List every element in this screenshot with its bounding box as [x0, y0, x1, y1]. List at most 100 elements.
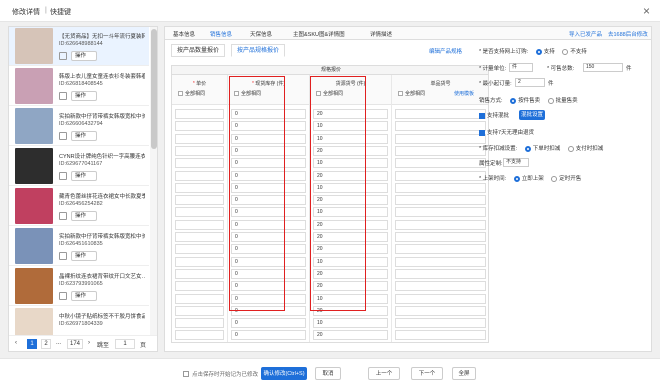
sku-code-input[interactable]	[395, 330, 486, 341]
sku-code-input[interactable]	[395, 268, 486, 279]
prev-product-button[interactable]: 上一个	[368, 367, 400, 380]
price-input[interactable]	[175, 121, 224, 132]
platform-edit-link[interactable]: 去1688后台修改	[608, 30, 648, 38]
product-list-item[interactable]: 实拍新款中仔背带裤女韩版宽松中长… ID:626451610835 操作	[9, 226, 149, 266]
page-2[interactable]: 2	[41, 339, 51, 349]
page-1[interactable]: 1	[27, 339, 37, 349]
copy-icon[interactable]	[59, 52, 67, 60]
operate-button[interactable]: 操作	[71, 91, 97, 101]
radio-support-yes[interactable]	[535, 48, 542, 55]
price-input[interactable]	[175, 244, 224, 255]
copy-icon[interactable]	[59, 212, 67, 220]
sku-code-input[interactable]	[395, 244, 486, 255]
imported-products-link[interactable]: 导入已发产品	[569, 30, 602, 38]
sku-code-input[interactable]	[395, 145, 486, 156]
close-icon[interactable]: ×	[643, 4, 650, 18]
price-input[interactable]	[175, 318, 224, 329]
sku-code-input[interactable]	[395, 232, 486, 242]
copy-icon[interactable]	[59, 92, 67, 100]
product-list-item[interactable]: 藏青色蕾丝拼花连衣裙女中长款夏季… ID:626456254282 操作	[9, 186, 149, 226]
operate-button[interactable]: 操作	[71, 211, 97, 221]
sku-code-input[interactable]	[395, 133, 486, 144]
product-list-item[interactable]: 实拍新款中仔背带裤女韩版宽松中长… ID:626606432794 操作	[9, 106, 149, 146]
product-list-item[interactable]: 【无货商品】无扣一斗年流行夏装韩… ID:626648988144 操作	[9, 27, 149, 66]
source-input[interactable]: 20	[313, 330, 388, 341]
price-input[interactable]	[175, 182, 224, 193]
radio-support-no[interactable]	[562, 48, 569, 55]
stock-total-input[interactable]: 150	[583, 63, 623, 72]
unit-select[interactable]: 件	[509, 63, 533, 72]
radio-online-now[interactable]	[513, 175, 520, 182]
product-list-scrollbar[interactable]	[150, 27, 157, 351]
next-product-button[interactable]: 下一个	[411, 367, 443, 380]
price-input[interactable]	[175, 145, 224, 156]
min-order-input[interactable]: 2	[515, 78, 545, 87]
sku-code-input[interactable]	[395, 281, 486, 292]
operate-button[interactable]: 操作	[71, 291, 97, 301]
radio-sale-piece[interactable]	[510, 97, 517, 104]
copy-icon[interactable]	[59, 132, 67, 140]
sku-code-input[interactable]	[395, 305, 486, 316]
cancel-button[interactable]: 取消	[315, 367, 341, 380]
sku-code-input[interactable]	[395, 219, 486, 230]
price-input[interactable]	[175, 170, 224, 181]
use-template-link[interactable]: 使用模板	[454, 90, 474, 97]
price-input[interactable]	[175, 158, 224, 169]
price-input[interactable]	[175, 268, 224, 279]
price-input[interactable]	[175, 195, 224, 206]
sku-code-input[interactable]	[395, 195, 486, 206]
mark-modified-checkbox[interactable]	[183, 371, 189, 377]
product-list-item[interactable]: 韩版上衣儿童女童连衣衫冬装套韩春… ID:626818408545 操作	[9, 66, 149, 106]
stock-input[interactable]: 0	[231, 318, 306, 329]
product-list-item[interactable]: 晶裸折纹连衣裙背带纹开口文艺女… ID:623793991065 操作	[9, 266, 149, 306]
radio-online-scheduled[interactable]	[551, 175, 558, 182]
operate-button[interactable]: 操作	[71, 51, 97, 61]
tab-description[interactable]: 详情描述	[370, 30, 392, 38]
tab-guarantee-info[interactable]: 天保信息	[250, 30, 272, 38]
edit-spec-link[interactable]: 编辑产品规格	[429, 47, 462, 55]
scrollbar-thumb[interactable]	[151, 29, 157, 149]
price-input[interactable]	[175, 281, 224, 292]
price-input[interactable]	[175, 293, 224, 304]
sku-code-input[interactable]	[395, 207, 486, 218]
price-input[interactable]	[175, 232, 224, 242]
tab-images[interactable]: 主图&SKU图&详情图	[293, 30, 345, 38]
price-input[interactable]	[175, 305, 224, 316]
copy-icon[interactable]	[59, 292, 67, 300]
same-all-checkbox[interactable]	[398, 91, 403, 96]
fullscreen-button[interactable]: 全屏	[452, 367, 476, 380]
tab-spec-pricing[interactable]: 按产品规格报价	[231, 44, 286, 57]
radio-reduce-pay[interactable]	[567, 145, 574, 152]
copy-icon[interactable]	[59, 252, 67, 260]
sku-code-input[interactable]	[395, 293, 486, 304]
return-checkbox[interactable]	[479, 129, 485, 136]
save-button[interactable]: 确认修改(Ctrl+S)	[261, 367, 307, 380]
product-list-item[interactable]: CYNR设计牌纯色针织一字高腰连衣… ID:629677041167 操作	[9, 146, 149, 186]
source-input[interactable]: 10	[313, 318, 388, 329]
radio-reduce-order[interactable]	[524, 145, 531, 152]
sku-code-input[interactable]	[395, 182, 486, 193]
sku-code-input[interactable]	[395, 318, 486, 329]
shortcut-link[interactable]: 快捷键	[50, 7, 71, 17]
mix-batch-checkbox[interactable]	[479, 112, 485, 119]
next-page-icon[interactable]: ›	[88, 340, 90, 346]
jump-input[interactable]: 1	[115, 339, 135, 349]
prev-page-icon[interactable]: ‹	[15, 340, 17, 346]
price-input[interactable]	[175, 256, 224, 267]
operate-button[interactable]: 操作	[71, 131, 97, 141]
price-input[interactable]	[175, 207, 224, 218]
page-last[interactable]: 174	[67, 339, 83, 349]
copy-icon[interactable]	[59, 172, 67, 180]
radio-sale-batch[interactable]	[547, 97, 554, 104]
attr-custom-select[interactable]: 不支持	[503, 158, 529, 167]
mix-batch-settings-button[interactable]: 混批设置	[519, 110, 545, 120]
price-input[interactable]	[175, 133, 224, 144]
price-input[interactable]	[175, 330, 224, 341]
stock-input[interactable]: 0	[231, 330, 306, 341]
sku-code-input[interactable]	[395, 121, 486, 132]
operate-button[interactable]: 操作	[71, 251, 97, 261]
same-all-checkbox[interactable]	[178, 91, 183, 96]
price-input[interactable]	[175, 219, 224, 230]
tab-basic-info[interactable]: 基本信息	[173, 30, 195, 38]
tab-sales-info[interactable]: 销售信息	[210, 30, 232, 38]
